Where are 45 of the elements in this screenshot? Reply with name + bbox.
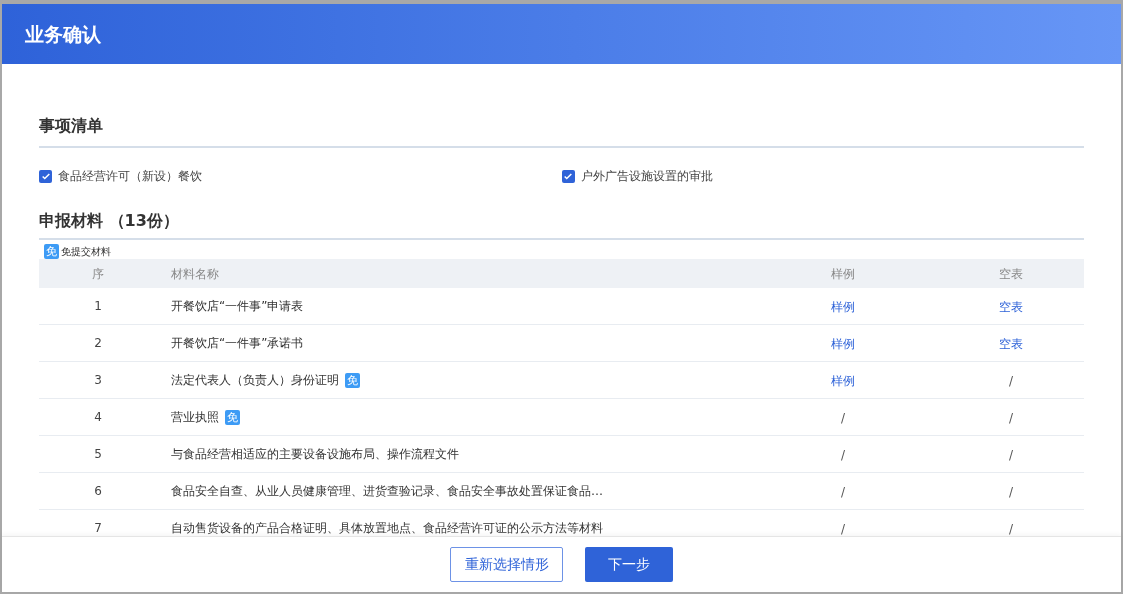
material-name: 自动售货设备的产品合格证明、具体放置地点、食品经营许可证的公示方法等材料	[171, 520, 603, 536]
table-cell: /	[840, 448, 845, 462]
table-cell-text: 1	[94, 298, 102, 315]
table-cell-text: 5	[94, 446, 102, 463]
column-header: 样例	[831, 265, 856, 283]
material-name: 营业执照	[171, 409, 219, 426]
table-cell-text: 3	[94, 372, 102, 389]
exempt-badge: 免	[345, 372, 360, 388]
column-header: 序	[92, 265, 104, 283]
table-cell: /	[1008, 522, 1013, 536]
checkbox[interactable]	[561, 169, 575, 183]
checkbox-label: 食品经营许可（新设）餐饮	[58, 168, 202, 185]
column-header: 材料名称	[170, 265, 219, 283]
exempt-badge: 免	[44, 244, 59, 259]
material-name: 食品安全自查、从业人员健康管理、进货查验记录、食品安全事故处置保证食品…	[171, 483, 603, 500]
column-header: 空表	[999, 265, 1023, 283]
table-cell-text: 2	[94, 335, 102, 352]
checkbox-label: 户外广告设施设置的审批	[580, 168, 713, 185]
section-title: 申报材料 （13份）	[39, 211, 179, 230]
exempt-badge: 免	[225, 409, 240, 425]
material-name: 与食品经营相适应的主要设备设施布局、操作流程文件	[171, 446, 459, 463]
material-name: 开餐饮店“一件事”承诺书	[171, 335, 304, 352]
legend-label: 免提交材料	[61, 245, 111, 259]
window-title: 业务确认	[25, 21, 101, 47]
reselect-button[interactable]: 重新选择情形	[450, 547, 563, 582]
table-cell: /	[840, 485, 845, 499]
table-cell: /	[1008, 411, 1013, 425]
table-cell: /	[1008, 448, 1013, 462]
link[interactable]: 空表	[999, 300, 1023, 314]
section-title: 事项清单	[39, 116, 103, 135]
link[interactable]: 样例	[831, 337, 855, 351]
table-cell-text: 6	[94, 483, 102, 500]
table-cell: /	[840, 411, 845, 425]
table-cell: /	[1008, 374, 1013, 388]
link[interactable]: 样例	[831, 300, 855, 314]
material-name: 法定代表人（负责人）身份证明	[171, 372, 339, 389]
table-cell: /	[840, 522, 845, 536]
next-button[interactable]: 下一步	[585, 547, 673, 582]
link[interactable]: 空表	[999, 337, 1023, 351]
table-cell: /	[1008, 485, 1013, 499]
table-cell-text: 7	[94, 520, 102, 536]
material-name: 开餐饮店“一件事”申请表	[171, 298, 304, 315]
checkbox[interactable]	[39, 169, 52, 183]
table-cell-text: 4	[94, 409, 102, 426]
link[interactable]: 样例	[831, 374, 855, 388]
